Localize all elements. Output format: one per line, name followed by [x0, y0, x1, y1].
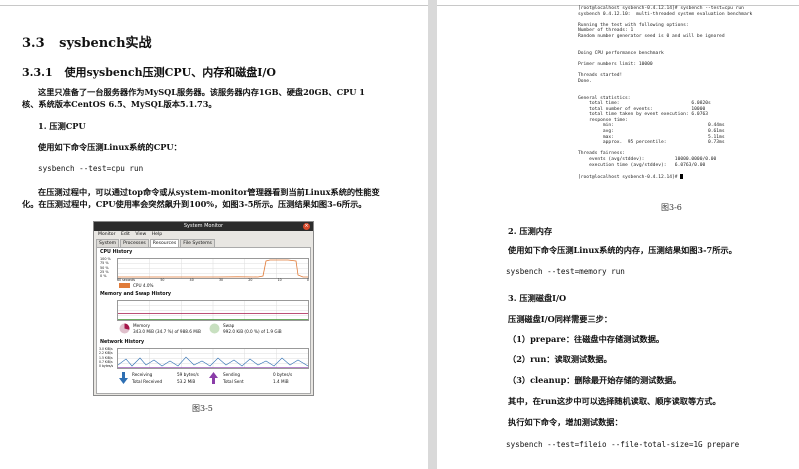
network-y-axis: 3.0 KiB/s 2.2 KiB/s 1.5 KiB/s 0.7 KiB/s … — [99, 347, 113, 368]
y-tick: 0 % — [100, 274, 107, 279]
terminal-cursor — [680, 173, 684, 179]
upload-arrow-icon — [209, 372, 218, 384]
step-1: （1）prepare：往磁盘中存储测试数据。 — [508, 334, 665, 344]
resources-panel: CPU History 100 % 75 % 50 % 25 % 0 % 60 … — [96, 247, 311, 394]
swap-value: 992.0 KiB (0.0 %) of 1.9 GiB — [223, 329, 282, 334]
figure-3-6-caption: 图3-6 — [661, 203, 682, 212]
network-history-label: Network History — [100, 340, 145, 345]
run-mode-note: 其中，在run这步中可以选择随机读取、顺序读取等方式。 — [508, 396, 721, 406]
x-tick: 0 — [306, 278, 309, 282]
total-received-label: Total Received — [132, 379, 163, 384]
item2-text: 使用如下命令压测Linux系统的内存，压测结果如图3-7所示。 — [508, 245, 737, 255]
cpu-y-axis: 100 % 75 % 50 % 25 % 0 % — [100, 257, 111, 278]
x-tick: 10 — [277, 278, 282, 282]
subsection-title: 使用sysbench压测CPU、内存和磁盘I/O — [64, 66, 276, 79]
page-top-rule-left — [0, 5, 428, 6]
subsection-heading: 3.3.1 使用sysbench压测CPU、内存和磁盘I/O — [22, 64, 276, 80]
x-tick: 40 — [189, 278, 194, 282]
tab-bar: System Processes Resources File Systems — [96, 239, 216, 248]
system-monitor-window: System Monitor × Monitor Edit View Help … — [93, 221, 314, 396]
section-title: sysbench实战 — [59, 36, 152, 51]
item2-title: 2. 压测内存 — [508, 226, 553, 236]
x-tick: 20 — [248, 278, 253, 282]
receiving-rate: 59 bytes/s — [177, 372, 199, 377]
terminal-lines: [root@localhost sysbench-0.4.12.14]# sys… — [578, 6, 778, 180]
total-received-value: 53.2 MiB — [177, 379, 196, 384]
cpu-color-swatch[interactable] — [119, 283, 130, 288]
terminal-line: sysbench 0.4.12.10: multi-threaded syste… — [578, 11, 753, 17]
item1-para-line-1: 在压测过程中，可以通过top命令或从system-monitor管理器看到当前L… — [38, 187, 380, 197]
x-tick: 50 — [160, 278, 165, 282]
intro-line-1: 这里只准备了一台服务器作为MySQL服务器。该服务器内存1GB、硬盘20GB、C… — [38, 87, 365, 97]
figure-3-5-caption: 图3-5 — [192, 404, 213, 413]
network-history-graph — [117, 348, 309, 369]
swap-pie-icon[interactable] — [209, 323, 220, 334]
menu-bar: Monitor Edit View Help — [94, 231, 313, 239]
total-sent-label: Total Sent — [223, 379, 244, 384]
cpu-command: sysbench --test=cpu run — [38, 164, 144, 173]
total-sent-value: 1.4 MiB — [273, 379, 289, 384]
memory-name: Memory — [133, 323, 151, 328]
exec-text: 执行如下命令，增加测试数据： — [508, 417, 623, 427]
memory-pie-icon[interactable] — [119, 323, 130, 334]
item1-title: 1. 压测CPU — [38, 121, 86, 131]
close-icon[interactable]: × — [303, 223, 310, 230]
cpu-history-graph — [117, 258, 309, 279]
sending-label: Sending — [223, 372, 241, 377]
item3-text: 压测磁盘I/O同样需要三步： — [508, 314, 613, 324]
cpu-legend: CPU 4.0% — [133, 283, 154, 288]
download-arrow-icon — [119, 372, 128, 384]
fileio-command: sysbench --test=fileio --file-total-size… — [506, 440, 740, 449]
item1-para-line-2: 化。在压测过程中，CPU使用率会突然飙升到100%，如图3-5所示。压测结果如图… — [22, 199, 367, 209]
intro-line-2: 核、系统版本CentOS 6.5、MySQL版本5.1.73。 — [22, 99, 217, 109]
memory-command: sysbench --test=memory run — [506, 267, 625, 276]
x-tick: 30 — [218, 278, 224, 282]
item1-text: 使用如下命令压测Linux系统的CPU： — [38, 142, 182, 152]
menu-view[interactable]: View — [135, 232, 146, 237]
terminal-line: [root@localhost sysbench-0.4.12.14]# — [578, 173, 778, 181]
memory-history-label: Memory and Swap History — [100, 292, 172, 297]
subsection-number: 3.3.1 — [22, 66, 53, 79]
section-heading: 3.3 sysbench实战 — [22, 32, 152, 51]
menu-monitor[interactable]: Monitor — [98, 232, 115, 237]
receiving-label: Receiving — [132, 372, 153, 377]
item3-title: 3. 压测磁盘I/O — [508, 293, 567, 303]
section-number: 3.3 — [22, 36, 45, 51]
step-2: （2）run：读取测试数据。 — [508, 354, 612, 364]
window-title: System Monitor — [94, 222, 313, 231]
memory-value: 343.0 MiB (34.7 %) of 988.6 MiB — [133, 329, 201, 334]
cpu-history-label: CPU History — [100, 250, 133, 255]
y-tick: 2.2 KiB/s — [99, 351, 113, 356]
swap-name: Swap — [223, 323, 235, 328]
page-gutter — [428, 0, 437, 469]
memory-history-graph — [117, 300, 309, 321]
menu-edit[interactable]: Edit — [121, 232, 130, 237]
menu-help[interactable]: Help — [152, 232, 162, 237]
x-tick: 60 seconds — [117, 278, 136, 282]
sending-rate: 0 bytes/s — [273, 372, 293, 377]
y-tick: 0 bytes/s — [99, 364, 114, 369]
cpu-x-axis: 60 seconds 50 40 30 20 10 0 — [117, 278, 309, 282]
step-3: （3）cleanup：删除最开始存储的测试数据。 — [508, 375, 681, 385]
terminal-output: [root@localhost sysbench-0.4.12.14]# sys… — [578, 6, 778, 196]
